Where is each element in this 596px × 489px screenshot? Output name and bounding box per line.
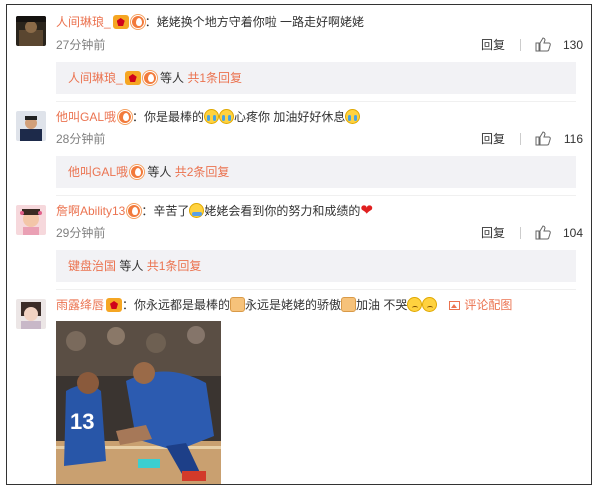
reply-button[interactable]: 回复: [481, 224, 505, 242]
vip-badge-icon: [112, 15, 129, 29]
like-button[interactable]: 130: [535, 36, 583, 54]
fire-badge-icon: [130, 15, 145, 29]
hug-emoji-icon: [189, 203, 205, 218]
reply-summary-text: 等人: [144, 165, 175, 179]
fire-badge-icon: [142, 71, 157, 85]
crying-emoji-icon: [204, 109, 220, 124]
divider: [520, 227, 521, 239]
divider: [56, 195, 576, 196]
comment-text: ：辛苦了: [141, 204, 190, 218]
reply-username-link[interactable]: 他叫GAL哦: [68, 165, 128, 179]
thumb-emoji-icon: [230, 297, 246, 312]
reply-summary: 人间琳琅_ 等人 共1条回复: [56, 62, 576, 94]
username-link[interactable]: 雨露绛唇: [56, 298, 104, 312]
like-count: 116: [563, 132, 583, 146]
vip-badge-icon: [124, 71, 141, 85]
divider: [520, 39, 521, 51]
avatar[interactable]: [16, 111, 46, 141]
heart-emoji-icon: [360, 201, 375, 219]
comment-text: ：姥姥换个地方守着你啦 一路走好啊姥姥: [144, 15, 365, 29]
username-link[interactable]: 詹啊Ability13: [56, 204, 125, 218]
reply-summary-text: 等人: [156, 71, 188, 85]
thumbs-up-icon: [535, 37, 551, 52]
crying-emoji-icon: [345, 109, 361, 124]
reply-summary: 他叫GAL哦 等人 共2条回复: [56, 156, 576, 188]
view-replies-link[interactable]: 共1条回复: [147, 259, 202, 273]
reply-summary-text: 等人: [116, 259, 147, 273]
comment-time: 27分钟前: [56, 38, 106, 52]
like-count: 104: [562, 226, 583, 240]
comment-text: ：你是最棒的: [132, 110, 205, 124]
like-button[interactable]: 116: [535, 130, 583, 148]
crying-emoji-icon: [219, 109, 235, 124]
comment-text: 加油 不哭: [356, 298, 408, 312]
avatar[interactable]: [16, 205, 46, 235]
comment-photo[interactable]: 13: [56, 321, 221, 484]
comment-picture-label: 评论配图: [464, 298, 513, 312]
fire-badge-icon: [127, 204, 142, 218]
comment-time: 29分钟前: [56, 226, 106, 240]
sad-emoji-icon: [422, 297, 438, 312]
svg-text:13: 13: [70, 409, 94, 434]
divider: [56, 101, 576, 102]
view-replies-link[interactable]: 共1条回复: [187, 71, 242, 85]
like-button[interactable]: 104: [535, 224, 583, 242]
reply-username-link[interactable]: 键盘治国: [68, 259, 116, 273]
comment-list: 人间琳琅_ ：姥姥换个地方守着你啦 一路走好啊姥姥 27分钟前 回复 130 人间…: [6, 4, 592, 485]
thumbs-up-icon: [535, 131, 551, 146]
reply-username-link[interactable]: 人间琳琅_: [68, 71, 123, 85]
comment-text: ：你永远都是最棒的: [122, 298, 231, 312]
comment-text: 心疼你 加油好好休息: [234, 110, 346, 124]
reply-button[interactable]: 回复: [481, 130, 505, 148]
comment-text: 永远是姥姥的骄傲: [245, 298, 342, 312]
comment-text: 姥姥会看到你的努力和成绩的: [204, 204, 361, 218]
like-count: 130: [562, 38, 583, 52]
view-replies-link[interactable]: 共2条回复: [175, 165, 230, 179]
thumb-emoji-icon: [341, 297, 357, 312]
divider: [56, 289, 576, 290]
reply-summary: 键盘治国 等人 共1条回复: [56, 250, 576, 282]
fire-badge-icon: [130, 165, 145, 179]
comment-time: 28分钟前: [56, 132, 106, 146]
fire-badge-icon: [118, 110, 133, 124]
picture-icon: [449, 301, 461, 310]
divider: [520, 133, 521, 145]
vip-badge-icon: [106, 298, 123, 312]
sad-emoji-icon: [407, 297, 423, 312]
avatar[interactable]: [16, 16, 46, 46]
username-link[interactable]: 他叫GAL哦: [56, 110, 116, 124]
reply-button[interactable]: 回复: [481, 36, 505, 54]
username-link[interactable]: 人间琳琅_: [56, 15, 111, 29]
comment-picture-link[interactable]: 评论配图: [449, 298, 512, 312]
thumbs-up-icon: [535, 225, 551, 240]
avatar[interactable]: [16, 299, 46, 329]
